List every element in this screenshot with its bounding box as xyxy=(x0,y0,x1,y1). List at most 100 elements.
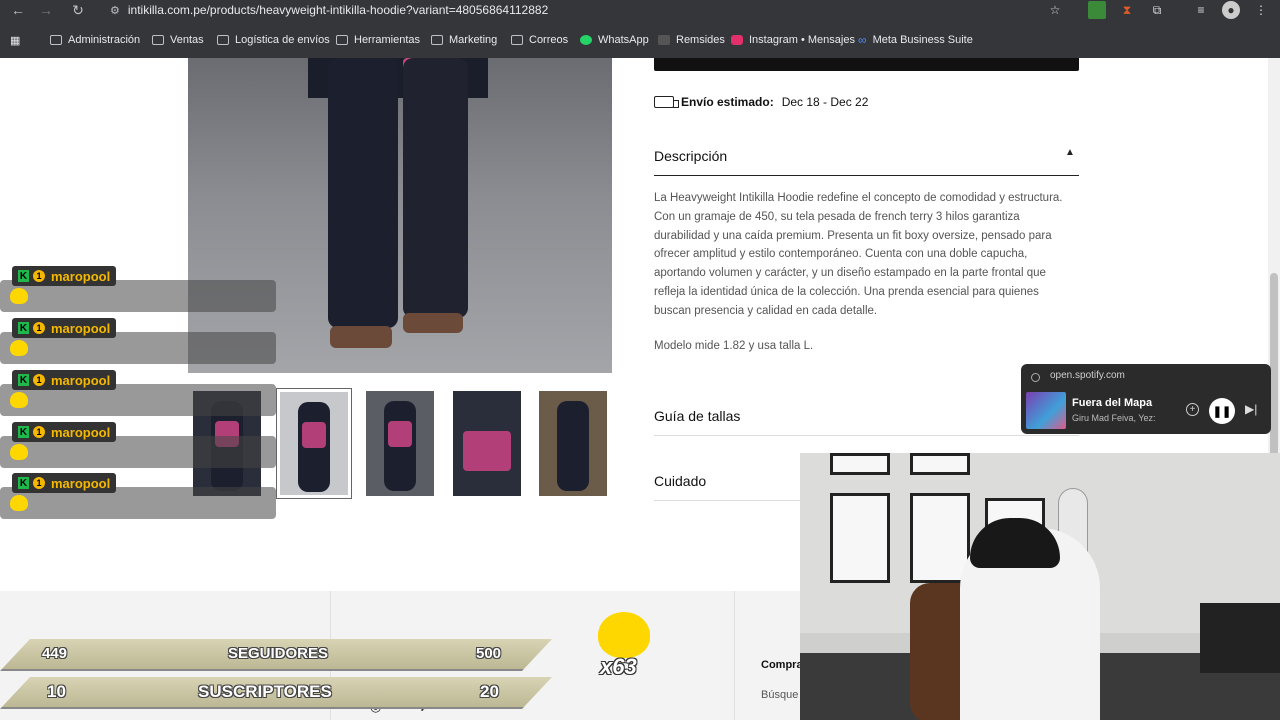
description-accordion-title[interactable]: Descripción xyxy=(654,148,727,164)
sub-badge-icon: 1 xyxy=(33,322,45,334)
chat-message: K 1 maropool xyxy=(0,422,276,468)
chat-message: K 1 maropool xyxy=(0,370,276,416)
bookmark-ventas[interactable]: Ventas xyxy=(152,30,204,50)
sub-badge-icon: 1 xyxy=(33,426,45,438)
shipping-label: Envío estimado: xyxy=(681,95,774,109)
thumbnail-figure xyxy=(557,401,589,491)
bookmark-label: Meta Business Suite xyxy=(872,34,973,46)
bookmark-herramientas[interactable]: Herramientas xyxy=(336,30,420,50)
emote-multiplier: x63 xyxy=(600,654,637,679)
folder-icon xyxy=(217,35,229,45)
bookmark-label: Instagram • Mensajes xyxy=(749,34,855,46)
browser-chrome: ← → ↻ ⚙ intikilla.com.pe/products/heavyw… xyxy=(0,0,1280,58)
emote-icon xyxy=(598,612,650,658)
thumbnail-print xyxy=(302,422,326,448)
profile-icon[interactable]: ● xyxy=(1222,1,1240,19)
sub-badge-icon: 1 xyxy=(33,270,45,282)
kick-badge-icon: K xyxy=(18,374,29,386)
address-row: ← → ↻ ⚙ intikilla.com.pe/products/heavyw… xyxy=(0,0,1280,20)
next-track-icon[interactable]: ▶| xyxy=(1245,402,1257,416)
footer-column-heading: Compra xyxy=(761,659,803,671)
sub-badge-icon: 1 xyxy=(33,374,45,386)
chat-user-badge: K 1 maropool xyxy=(12,473,117,493)
pause-button[interactable]: ❚❚ xyxy=(1209,398,1235,424)
reading-list-icon[interactable]: ≡ xyxy=(1192,1,1210,19)
menu-icon[interactable]: ⋮ xyxy=(1252,1,1270,19)
track-title: Fuera del Mapa xyxy=(1072,397,1153,409)
footer-link[interactable]: Búsque xyxy=(761,689,798,701)
chat-user-badge: K 1 maropool xyxy=(12,370,117,390)
thumbnail-print xyxy=(388,421,412,447)
bookmark-instagram[interactable]: Instagram • Mensajes xyxy=(731,30,855,50)
shipping-dates: Dec 18 - Dec 22 xyxy=(781,95,869,109)
chat-user-badge: K 1 maropool xyxy=(12,266,117,286)
product-thumbnail[interactable] xyxy=(453,391,521,496)
apps-grid-icon[interactable]: ▦ xyxy=(10,30,20,50)
bookmark-correos[interactable]: Correos xyxy=(511,30,568,50)
bookmark-star-icon[interactable]: ☆ xyxy=(1046,1,1064,19)
image-leg xyxy=(403,58,468,318)
webcam-overlay xyxy=(800,453,1280,720)
back-icon[interactable]: ← xyxy=(6,0,30,20)
emote-icon xyxy=(10,444,28,460)
add-icon[interactable]: + xyxy=(1186,403,1199,416)
spotify-mini-player: open.spotify.com Fuera del Mapa Giru Mad… xyxy=(1021,364,1271,434)
bookmark-administracion[interactable]: Administración xyxy=(50,30,140,50)
site-info-icon[interactable]: ⚙ xyxy=(110,4,120,17)
wall-poster xyxy=(830,453,890,475)
product-thumbnail[interactable] xyxy=(539,391,607,496)
chat-username: maropool xyxy=(51,372,111,388)
bookmark-label: Logística de envíos xyxy=(235,34,330,46)
bookmark-label: Herramientas xyxy=(354,34,421,46)
thumbnail-print xyxy=(463,431,511,471)
folder-icon xyxy=(511,35,523,45)
product-thumbnail-selected[interactable] xyxy=(276,388,352,499)
extensions-puzzle-icon[interactable]: ⧉ xyxy=(1148,1,1166,19)
bookmark-label: Administración xyxy=(68,34,141,46)
chat-message: K 1 maropool xyxy=(0,266,276,312)
instagram-icon xyxy=(731,35,743,45)
bookmark-remsides[interactable]: Remsides xyxy=(658,30,725,50)
extension-icon[interactable] xyxy=(1088,1,1106,19)
image-sandal xyxy=(403,313,463,333)
subscribers-label: SUSCRIPTORES xyxy=(198,682,332,701)
description-text: La Heavyweight Intikilla Hoodie redefine… xyxy=(654,192,1063,317)
chevron-up-icon[interactable]: ▲ xyxy=(1065,147,1075,158)
chat-message: K 1 maropool xyxy=(0,473,276,519)
folder-icon xyxy=(336,35,348,45)
product-thumbnail[interactable] xyxy=(366,391,434,496)
footer-divider xyxy=(734,591,735,720)
emote-icon xyxy=(10,392,28,408)
reload-icon[interactable]: ↻ xyxy=(66,0,90,20)
monitor xyxy=(1200,603,1280,673)
emote-icon xyxy=(10,340,28,356)
chat-username: maropool xyxy=(51,424,111,440)
add-to-cart-button[interactable] xyxy=(654,58,1079,71)
care-accordion-title[interactable]: Cuidado xyxy=(654,473,706,489)
bookmark-label: Ventas xyxy=(170,34,204,46)
kick-badge-icon: K xyxy=(18,322,29,334)
followers-label: SEGUIDORES xyxy=(228,645,329,662)
folder-icon xyxy=(152,35,164,45)
globe-icon xyxy=(1031,373,1040,382)
kick-badge-icon: K xyxy=(18,270,29,282)
address-bar[interactable]: ⚙ intikilla.com.pe/products/heavyweight-… xyxy=(110,1,548,19)
image-leg xyxy=(328,58,398,328)
bookmark-marketing[interactable]: Marketing xyxy=(431,30,497,50)
emote-combo: x63 xyxy=(596,610,652,680)
bookmark-label: Remsides xyxy=(676,34,725,46)
bookmark-logistica[interactable]: Logística de envíos xyxy=(217,30,330,50)
bookmark-meta[interactable]: ∞ Meta Business Suite xyxy=(858,30,973,50)
bookmark-whatsapp[interactable]: WhatsApp xyxy=(580,30,649,50)
wall-poster xyxy=(830,493,890,583)
emote-icon xyxy=(10,288,28,304)
chat-user-badge: K 1 maropool xyxy=(12,422,117,442)
chat-username: maropool xyxy=(51,320,111,336)
album-art xyxy=(1026,392,1066,429)
chat-username: maropool xyxy=(51,475,111,491)
sub-badge-icon: 1 xyxy=(33,477,45,489)
followers-current: 449 xyxy=(42,645,68,662)
size-guide-accordion-title[interactable]: Guía de tallas xyxy=(654,408,740,424)
hourglass-icon[interactable]: ⧗ xyxy=(1118,1,1136,19)
forward-icon[interactable]: → xyxy=(34,0,58,20)
